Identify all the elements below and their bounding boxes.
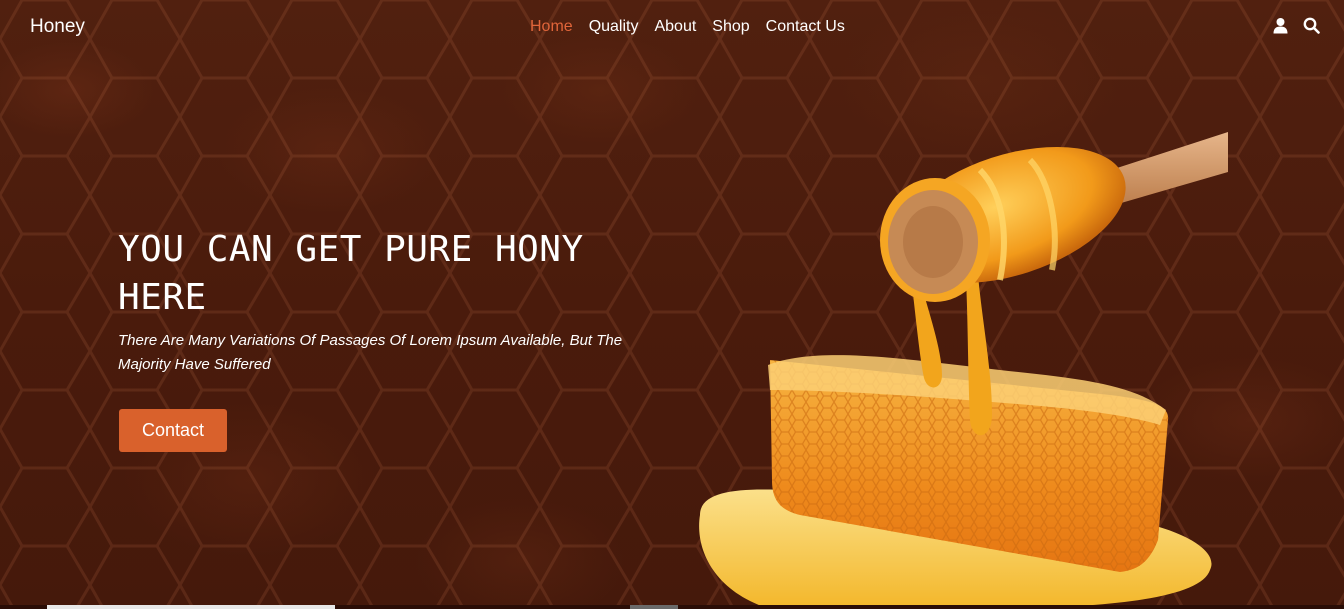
scrollbar-thumb[interactable] <box>47 605 335 609</box>
search-icon[interactable] <box>1303 17 1320 34</box>
brand-logo[interactable]: Honey <box>30 16 85 38</box>
nav-item-shop[interactable]: Shop <box>712 18 749 36</box>
user-icon[interactable] <box>1272 17 1289 34</box>
scrollbar-thumb-secondary[interactable] <box>630 605 678 609</box>
honeycomb-dipper-image <box>699 132 1228 609</box>
hero-headline: YOU CAN GET PURE HONY HERE <box>118 229 584 318</box>
main-nav: Home Quality About Shop Contact Us <box>530 18 845 36</box>
nav-item-quality[interactable]: Quality <box>589 18 639 36</box>
contact-button[interactable]: Contact <box>119 409 227 452</box>
nav-item-contact-us[interactable]: Contact Us <box>766 18 845 36</box>
nav-item-about[interactable]: About <box>654 18 696 36</box>
nav-icon-group <box>1272 17 1320 34</box>
nav-item-home[interactable]: Home <box>530 18 573 36</box>
hero-subtext: There Are Many Variations Of Passages Of… <box>118 332 623 373</box>
